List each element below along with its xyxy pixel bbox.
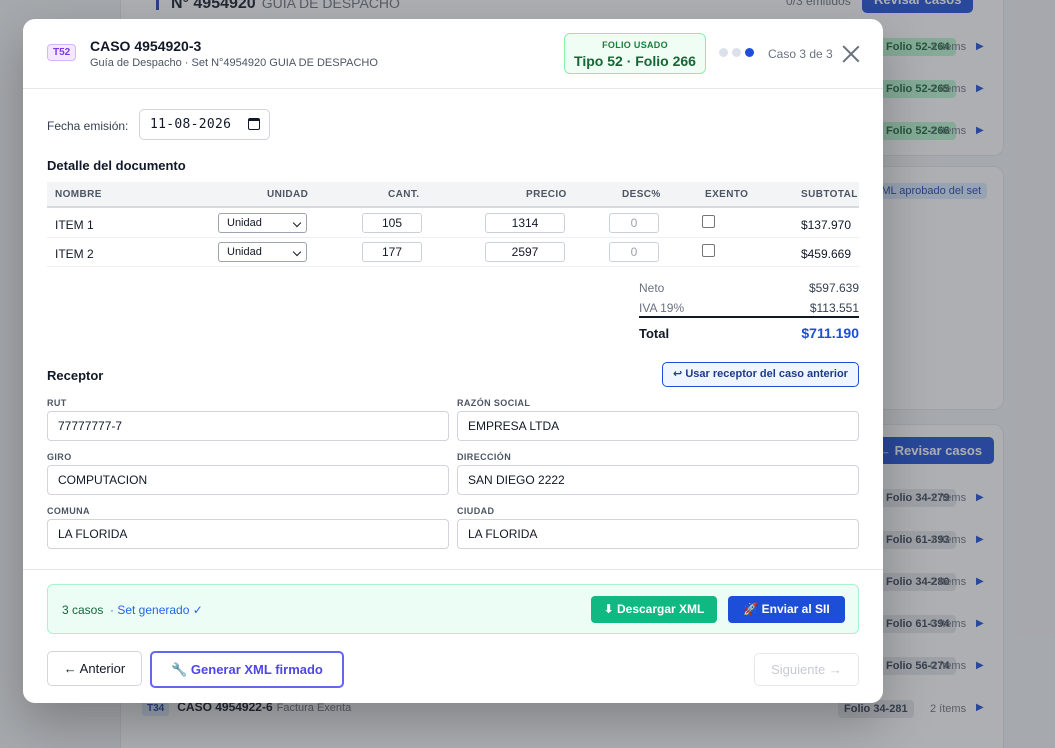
progress-dot-active[interactable] [745, 48, 754, 57]
folio-used-box: FOLIO USADO Tipo 52 · Folio 266 [564, 33, 706, 74]
discount-input[interactable]: 0 [609, 242, 659, 262]
exento-checkbox[interactable] [702, 244, 715, 257]
document-type-badge: T52 [47, 44, 77, 61]
giro-input[interactable]: COMPUTACION [47, 465, 449, 495]
progress-dot[interactable] [719, 48, 728, 57]
column-header: EXENTO [705, 189, 749, 200]
unit-select[interactable]: Unidad [218, 242, 307, 262]
rut-input[interactable]: 77777777-7 [47, 411, 449, 441]
table-row: ITEM 1 Unidad 105 1314 0 $137.970 [47, 209, 859, 238]
folio-used-label: FOLIO USADO [602, 40, 668, 50]
ciudad-input[interactable]: LA FLORIDA [457, 519, 859, 549]
item-name: ITEM 1 [55, 218, 94, 232]
razon-social-label: RAZÓN SOCIAL [457, 398, 531, 408]
item-name: ITEM 2 [55, 247, 94, 261]
iva-label: IVA 19% [639, 301, 685, 315]
column-header: SUBTOTAL [801, 189, 858, 200]
set-generated-status: · Set generado ✓ [110, 603, 203, 617]
receptor-section-title: Receptor [47, 368, 104, 383]
column-header: NOMBRE [55, 189, 102, 200]
quantity-input[interactable]: 105 [362, 213, 422, 233]
column-header: DESC% [622, 189, 661, 200]
neto-value: $597.639 [808, 281, 859, 295]
unit-select-value: Unidad [227, 217, 262, 229]
calendar-icon[interactable] [248, 118, 260, 130]
modal-subtitle: Guía de Despacho · Set N°4954920 GUIA DE… [90, 57, 378, 69]
comuna-input[interactable]: LA FLORIDA [47, 519, 449, 549]
iva-value: $113.551 [809, 301, 859, 315]
items-table-header: NOMBRE UNIDAD CANT. PRECIO DESC% EXENTO … [47, 182, 859, 208]
set-case-count: 3 casos [62, 603, 104, 617]
ciudad-label: CIUDAD [457, 506, 495, 516]
case-progress-dots [719, 48, 754, 57]
direccion-input[interactable]: SAN DIEGO 2222 [457, 465, 859, 495]
modal-header: T52 CASO 4954920-3 Guía de Despacho · Se… [23, 19, 883, 89]
modal-title: CASO 4954920-3 [90, 38, 202, 54]
fecha-emision-label: Fecha emisión: [47, 119, 129, 133]
column-header: CANT. [388, 189, 420, 200]
folio-used-value: Tipo 52 · Folio 266 [574, 53, 696, 69]
discount-input[interactable]: 0 [609, 213, 659, 233]
case-modal: T52 CASO 4954920-3 Guía de Despacho · Se… [23, 19, 883, 703]
detail-section-title: Detalle del documento [47, 158, 186, 173]
unit-select-value: Unidad [227, 246, 262, 258]
progress-dot[interactable] [732, 48, 741, 57]
previous-button[interactable]: ← Anterior [47, 651, 142, 686]
chevron-down-icon [292, 247, 302, 257]
generate-signed-xml-button[interactable]: 🔧 Generar XML firmado [150, 651, 344, 688]
close-icon[interactable] [842, 45, 860, 63]
unit-select[interactable]: Unidad [218, 213, 307, 233]
column-header: PRECIO [526, 189, 567, 200]
fecha-emision-value: 11-08-2026 [150, 117, 232, 132]
direccion-label: DIRECCIÓN [457, 452, 512, 462]
column-header: UNIDAD [267, 189, 309, 200]
next-button: Siguiente → [754, 653, 859, 686]
rut-label: RUT [47, 398, 67, 408]
comuna-label: COMUNA [47, 506, 90, 516]
total-label: Total [639, 326, 670, 341]
neto-label: Neto [639, 281, 665, 295]
giro-label: GIRO [47, 452, 72, 462]
footer-divider [23, 569, 883, 570]
quantity-input[interactable]: 177 [362, 242, 422, 262]
item-subtotal: $137.970 [800, 218, 851, 232]
razon-social-input[interactable]: EMPRESA LTDA [457, 411, 859, 441]
price-input[interactable]: 1314 [485, 213, 565, 233]
chevron-down-icon [292, 218, 302, 228]
fecha-emision-input[interactable]: 11-08-2026 [139, 109, 270, 140]
totals-divider [639, 316, 859, 318]
download-xml-button[interactable]: ⬇ Descargar XML [591, 596, 717, 623]
item-subtotal: $459.669 [800, 247, 851, 261]
set-status-box: 3 casos · Set generado ✓ ⬇ Descargar XML… [47, 584, 859, 634]
price-input[interactable]: 2597 [485, 242, 565, 262]
total-value: $711.190 [801, 325, 859, 341]
send-to-sii-button[interactable]: 🚀 Enviar al SII [728, 596, 845, 623]
table-row: ITEM 2 Unidad 177 2597 0 $459.669 [47, 238, 859, 267]
use-previous-receptor-button[interactable]: ↩ Usar receptor del caso anterior [662, 362, 859, 387]
case-counter: Caso 3 de 3 [768, 47, 833, 61]
exento-checkbox[interactable] [702, 215, 715, 228]
